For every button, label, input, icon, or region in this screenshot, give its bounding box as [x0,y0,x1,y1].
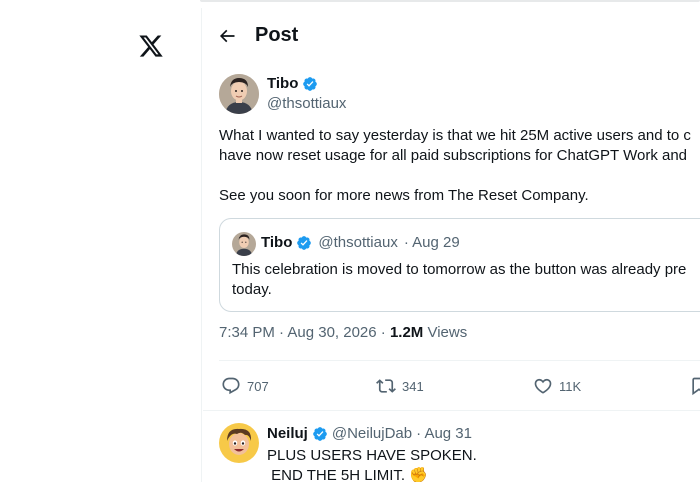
reply-icon [222,377,240,395]
reply-date[interactable]: · Aug 31 [416,425,472,442]
reply-text: PLUS USERS HAVE SPOKEN. END THE 5H LIMIT… [267,447,477,482]
quote-text: This celebration is moved to tomorrow as… [232,261,687,298]
quote-author-avatar[interactable] [232,232,256,256]
reply-author-avatar[interactable] [219,423,259,463]
like-button[interactable]: 11K [533,376,581,396]
repost-button[interactable]: 341 [376,376,424,396]
author-name[interactable]: Tibo [267,75,318,92]
reply-author-handle[interactable]: @NeilujDab [332,425,412,442]
post-meta: 7:34 PM · Aug 30, 2026 · 1.2M Views [219,324,467,341]
reply-count: 707 [247,378,269,394]
quoted-post[interactable]: Tibo @thsottiaux · Aug 29 This celebrati… [219,218,700,312]
main-column: Post Tibo @thsottiaux What I wanted to s… [203,8,700,482]
quote-header: Tibo @thsottiaux · Aug 29 [261,234,460,251]
reply-post[interactable]: Neiluj @NeilujDab · Aug 31 PLUS USERS HA… [203,410,700,482]
views-label: Views [427,324,468,341]
post-header: Post [203,8,700,62]
page-title: Post [255,24,299,46]
repost-count: 341 [402,378,424,394]
browser-top-edge [0,0,700,8]
repost-icon [376,379,396,393]
post-text: What I wanted to say yesterday is that w… [219,127,691,204]
quote-author-handle[interactable]: @thsottiaux [318,234,397,251]
bookmark-icon [692,377,700,396]
heart-icon [534,378,552,394]
reply-author-name[interactable]: Neiluj [267,425,308,442]
verified-badge-icon [297,235,312,250]
verified-badge-icon [303,76,318,91]
author-handle[interactable]: @thsottiaux [267,95,346,112]
author-name-text[interactable]: Tibo [267,75,298,92]
top-bar [200,0,700,2]
verified-badge-icon [313,426,327,441]
action-bar: 707 341 11K [219,373,700,401]
like-count: 11K [559,378,582,394]
divider [219,360,700,361]
reply-header: Neiluj @NeilujDab · Aug 31 [267,425,472,442]
x-logo-icon[interactable] [138,33,164,59]
views-count: 1.2M [389,324,424,341]
quote-date[interactable]: · Aug 29 [404,234,460,251]
arrow-left-icon[interactable] [217,26,237,46]
left-navigation [0,8,202,482]
bookmark-button[interactable] [689,376,700,396]
author-avatar[interactable] [219,74,259,114]
post-timestamp[interactable]: 7:34 PM · Aug 30, 2026 · [219,324,390,341]
reply-button[interactable]: 707 [221,376,269,396]
quote-author-name[interactable]: Tibo [261,234,292,251]
